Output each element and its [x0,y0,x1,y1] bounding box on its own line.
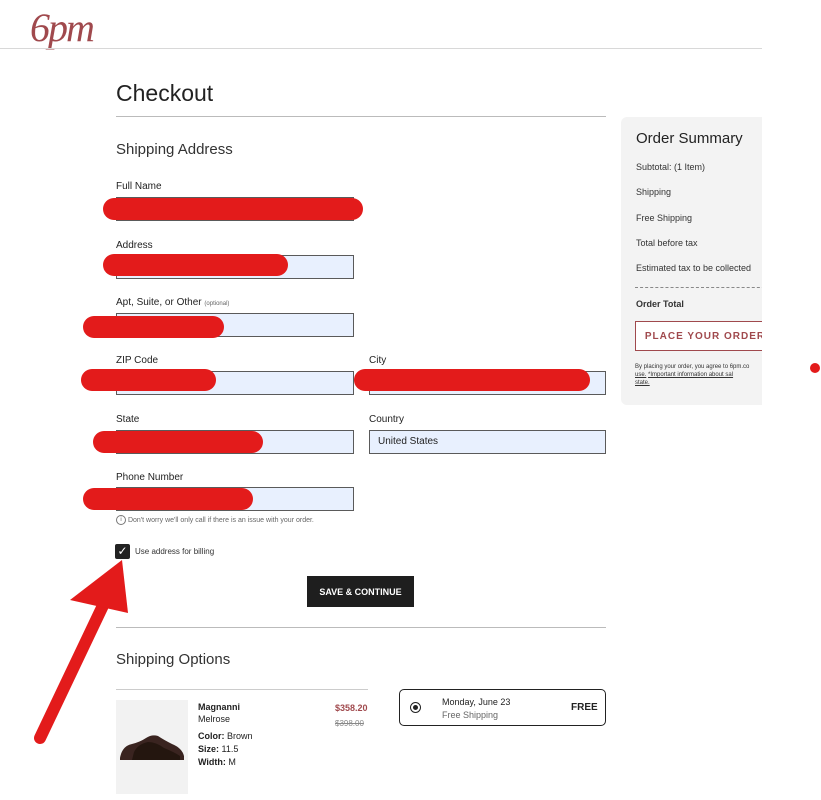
width-value: M [228,757,236,767]
section-divider [116,627,606,628]
viewport-edge [762,0,821,800]
redaction-mark [81,369,216,391]
shipping-options-title: Shipping Options [116,651,231,668]
save-continue-button[interactable]: SAVE & CONTINUE [307,576,414,607]
redaction-mark [83,488,253,510]
phone-hint: i Don't worry we'll only call if there i… [116,515,314,525]
summary-free-shipping: Free Shipping [636,213,693,223]
country-label: Country [369,414,405,425]
apt-label-text: Apt, Suite, or Other [116,297,202,308]
size-label: Size: [198,744,220,754]
shoe-icon [120,735,184,760]
legal-text: By placing your order, you agree to 6pm.… [635,363,767,387]
state-label: State [116,414,140,425]
product-price: $358.20 [335,703,368,713]
brand-logo[interactable]: 6pm [30,4,95,51]
legal-prefix: By placing your order, you agree to 6pm.… [635,364,750,370]
product-size: Size: 11.5 [198,744,238,754]
redaction-mark [103,198,363,220]
redaction-mark [354,369,590,391]
shipping-option-cost: FREE [571,702,598,713]
color-value: Brown [227,731,253,741]
city-label: City [369,355,387,366]
summary-order-total: Order Total [636,299,684,309]
phone-hint-text: Don't worry we'll only call if there is … [127,516,314,524]
shipping-option-method: Free Shipping [442,710,499,720]
phone-label: Phone Number [116,472,184,483]
summary-estimated-tax: Estimated tax to be collected [636,263,752,273]
shipping-address-title: Shipping Address [116,141,233,158]
important-info-link[interactable]: *Important information about sal [648,372,733,378]
apt-label: Apt, Suite, or Other (optional) [116,297,229,308]
header-divider [0,48,762,49]
width-label: Width: [198,757,226,767]
summary-shipping: Shipping [636,187,672,197]
full-name-label: Full Name [116,181,162,192]
product-brand: Magnanni [198,702,240,712]
zip-label: ZIP Code [116,355,159,366]
annotation-dot [810,363,820,373]
product-color: Color: Brown [198,731,253,741]
summary-subtotal: Subtotal: (1 Item) [636,162,706,172]
apt-optional-text: (optional) [204,301,230,307]
size-value: 11.5 [221,744,239,754]
page-title: Checkout [116,80,214,106]
product-divider [116,689,368,690]
order-summary-panel [621,117,781,405]
summary-total-before-tax: Total before tax [636,238,698,248]
radio-selected-dot [413,705,418,710]
terms-link[interactable]: use. [635,372,646,378]
product-name: Melrose [198,714,231,724]
order-summary-title: Order Summary [636,130,743,147]
redaction-mark [93,431,263,453]
title-divider [116,116,606,117]
summary-divider [635,287,770,288]
shipping-option-date: Monday, June 23 [442,697,511,707]
state-link[interactable]: state. [635,380,650,386]
product-original-price: $398.00 [335,719,364,728]
billing-checkbox-label: Use address for billing [135,547,215,556]
info-icon: i [116,515,126,525]
redaction-mark [83,316,224,338]
country-select[interactable]: United States [369,430,606,454]
product-image[interactable] [116,700,188,794]
product-width: Width: M [198,757,236,767]
color-label: Color: [198,731,225,741]
address-label: Address [116,240,153,251]
place-order-button[interactable]: PLACE YOUR ORDER [635,321,775,351]
redaction-mark [103,254,288,276]
